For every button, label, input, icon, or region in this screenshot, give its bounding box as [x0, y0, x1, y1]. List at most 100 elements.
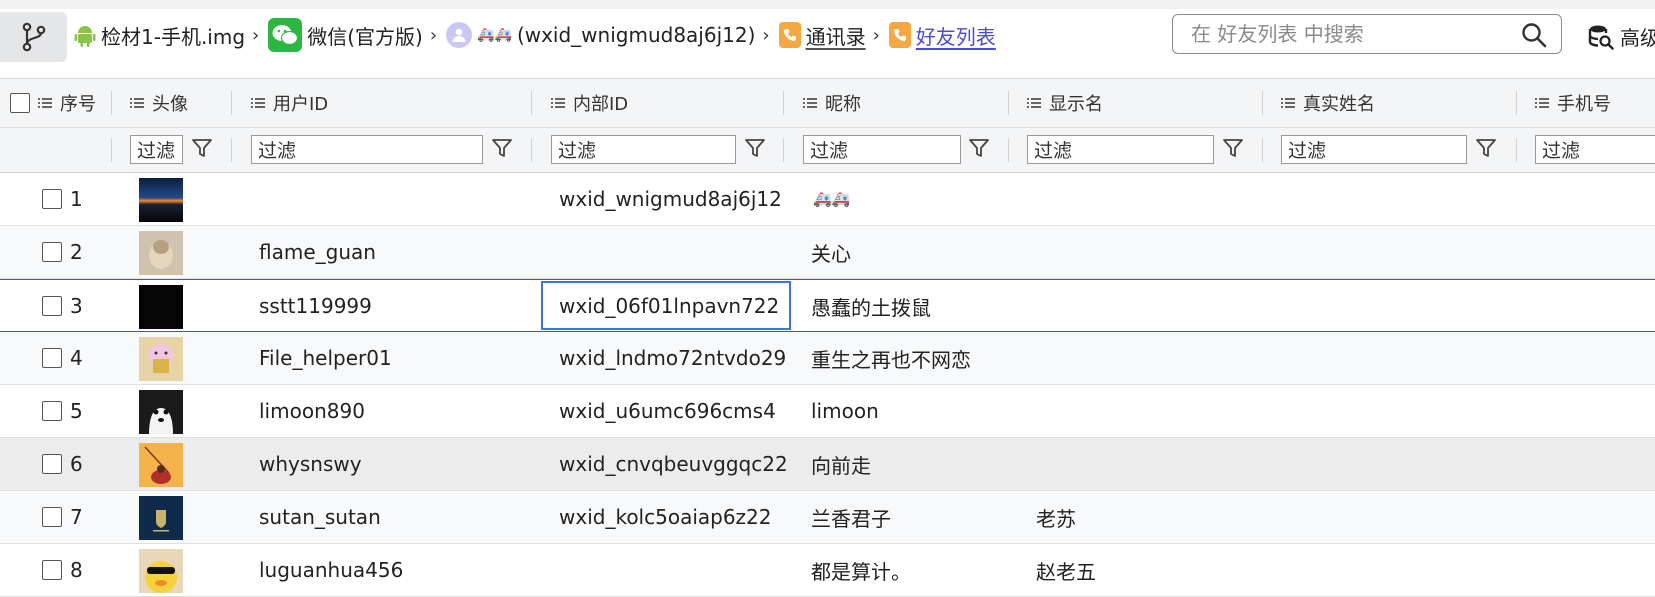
row-checkbox[interactable] — [42, 348, 62, 368]
row-checkbox[interactable] — [42, 296, 62, 316]
column-divider — [231, 138, 232, 162]
list-icon — [38, 98, 52, 108]
filter-icon[interactable] — [968, 137, 990, 159]
list-icon — [803, 98, 817, 108]
select-all-checkbox[interactable] — [10, 93, 30, 113]
row-number: 3 — [70, 294, 83, 318]
table-row[interactable]: 7 sutan_sutan wxid_kolc5oaiap6z22 兰香君子 老… — [0, 491, 1655, 544]
column-header-label: 序号 — [60, 94, 96, 115]
index-cell: 1 — [42, 173, 83, 225]
list-icon — [1281, 98, 1295, 108]
column-resize-handle[interactable] — [111, 91, 112, 115]
table-row[interactable]: 8 luguanhua456 都是算计。 赵老五 — [0, 544, 1655, 597]
filter-input-real-name[interactable]: 过滤 — [1281, 135, 1467, 164]
list-icon — [130, 98, 144, 108]
internal-id-cell: wxid_cnvqbeuvggqc22 — [559, 452, 788, 476]
filter-input-avatar[interactable]: 过滤 — [130, 135, 183, 164]
filter-input-user-id[interactable]: 过滤 — [251, 135, 483, 164]
user-id-cell: whysnswy — [259, 452, 362, 476]
table-header: 序号 头像 用户ID 内部ID 昵称 显示名 真实姓名 手机号 — [0, 78, 1655, 128]
table-row-selected[interactable]: 3 sstt119999 wxid_06f01lnpavn722 愚蠢的土拨鼠 — [0, 279, 1655, 332]
list-icon — [251, 98, 265, 108]
filter-icon[interactable] — [1222, 137, 1244, 159]
column-header-display-name[interactable]: 显示名 — [1027, 79, 1103, 127]
avatar — [139, 496, 183, 540]
avatar — [139, 549, 183, 593]
search-box — [1172, 14, 1562, 54]
branch-icon — [22, 22, 45, 52]
nickname-cell: limoon — [811, 399, 879, 423]
breadcrumb-item-wechat[interactable]: 微信(官方版) — [268, 18, 423, 52]
internal-id-cell[interactable]: wxid_06f01lnpavn722 — [559, 280, 779, 332]
nickname-cell: 关心 — [811, 241, 851, 266]
column-header-index[interactable]: 序号 — [10, 79, 96, 127]
display-name-cell: 赵老五 — [1036, 559, 1096, 584]
table-row[interactable]: 5 limoon890 wxid_u6umc696cms4... limoon — [0, 385, 1655, 438]
breadcrumb-item-image[interactable]: 检材1-手机.img — [74, 21, 245, 50]
advanced-search-button[interactable]: 高级 — [1588, 22, 1655, 51]
branch-button[interactable] — [0, 12, 67, 62]
row-checkbox[interactable] — [42, 401, 62, 421]
table-row[interactable]: 1 wxid_wnigmud8aj6j12 🚑🚑 — [0, 173, 1655, 226]
database-search-icon — [1588, 25, 1614, 50]
column-resize-handle[interactable] — [531, 91, 532, 115]
table-row[interactable]: 2 flame_guan 关心 — [0, 226, 1655, 279]
advanced-label: 高级 — [1620, 26, 1655, 50]
internal-id-cell: wxid_lndmo72ntvdo29 — [559, 346, 787, 370]
column-header-label: 手机号 — [1557, 94, 1611, 115]
filter-icon[interactable] — [191, 137, 213, 159]
column-header-real-name[interactable]: 真实姓名 — [1281, 79, 1375, 127]
index-cell: 3 — [42, 280, 83, 332]
column-header-nickname[interactable]: 昵称 — [803, 79, 861, 127]
breadcrumb-item-account[interactable]: 🚑🚑 (wxid_wnigmud8aj6j12) — [446, 22, 755, 48]
search-input[interactable] — [1189, 21, 1513, 47]
nickname-cell: 向前走 — [811, 453, 871, 478]
list-icon — [1535, 98, 1549, 108]
user-id-cell: File_helper01 — [259, 346, 392, 370]
user-id-cell: luguanhua456 — [259, 558, 404, 582]
filter-input-internal-id[interactable]: 过滤 — [551, 135, 736, 164]
filter-icon[interactable] — [491, 137, 513, 159]
table-row[interactable]: 4 File_helper01 wxid_lndmo72ntvdo29 重生之再… — [0, 332, 1655, 385]
search-icon[interactable] — [1521, 22, 1547, 48]
filter-input-nickname[interactable]: 过滤 — [803, 135, 961, 164]
row-checkbox[interactable] — [42, 507, 62, 527]
column-header-user-id[interactable]: 用户ID — [251, 79, 328, 127]
filter-input-phone[interactable]: 过滤 — [1535, 135, 1655, 164]
row-checkbox[interactable] — [42, 189, 62, 209]
column-header-internal-id[interactable]: 内部ID — [551, 79, 628, 127]
nickname-cell: 愚蠢的土拨鼠 — [811, 295, 931, 320]
internal-id-cell: wxid_kolc5oaiap6z22 — [559, 505, 772, 529]
user-id-cell: sstt119999 — [259, 294, 372, 318]
filter-icon[interactable] — [744, 137, 766, 159]
table-row[interactable]: 6 whysnswy wxid_cnvqbeuvggqc22 向前走 — [0, 438, 1655, 491]
row-number: 4 — [70, 346, 83, 370]
filter-input-display-name[interactable]: 过滤 — [1027, 135, 1214, 164]
row-checkbox[interactable] — [42, 242, 62, 262]
column-resize-handle[interactable] — [1262, 91, 1263, 115]
wechat-icon — [268, 18, 303, 52]
row-number: 7 — [70, 505, 83, 529]
column-divider — [1008, 138, 1009, 162]
column-header-phone[interactable]: 手机号 — [1535, 79, 1611, 127]
display-name-cell: 老苏 — [1036, 506, 1076, 531]
list-icon — [551, 98, 565, 108]
column-header-label: 显示名 — [1049, 94, 1103, 115]
filter-row: 过滤 过滤 过滤 过滤 过滤 过滤 过滤 — [0, 128, 1655, 173]
column-resize-handle[interactable] — [231, 91, 232, 115]
row-checkbox[interactable] — [42, 454, 62, 474]
breadcrumb-item-contacts[interactable]: 通讯录 — [778, 21, 866, 50]
column-header-avatar[interactable]: 头像 — [130, 79, 188, 127]
nickname-cell: 重生之再也不网恋 — [811, 347, 971, 372]
internal-id-cell: wxid_u6umc696cms4... — [559, 399, 775, 423]
internal-id-cell: wxid_wnigmud8aj6j12 — [559, 187, 782, 211]
row-checkbox[interactable] — [42, 560, 62, 580]
column-resize-handle[interactable] — [1008, 91, 1009, 115]
android-icon — [74, 26, 96, 47]
column-resize-handle[interactable] — [1516, 91, 1517, 115]
row-number: 1 — [70, 187, 83, 211]
filter-icon[interactable] — [1475, 137, 1497, 159]
row-number: 6 — [70, 452, 83, 476]
column-resize-handle[interactable] — [783, 91, 784, 115]
breadcrumb-item-friends[interactable]: 好友列表 — [888, 21, 996, 50]
